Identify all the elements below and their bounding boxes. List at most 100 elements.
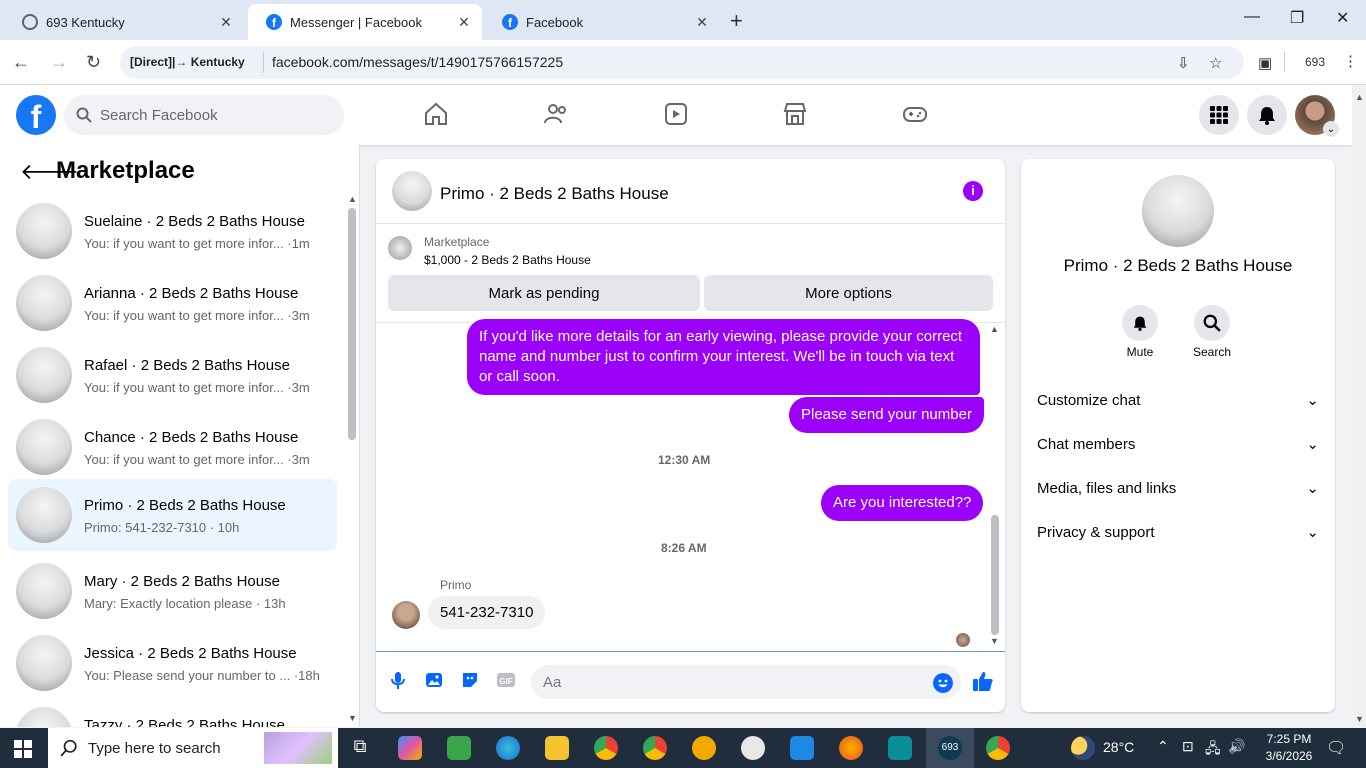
taskbar-search-box[interactable]: Type here to search — [48, 728, 338, 768]
chat-scroll-up-icon[interactable]: ▲ — [990, 324, 999, 334]
home-icon[interactable] — [423, 101, 449, 127]
app-icon[interactable] — [790, 736, 814, 760]
sender-avatar[interactable] — [392, 601, 420, 629]
app-icon[interactable] — [692, 736, 716, 760]
bookmark-star-icon[interactable]: ☆ — [1209, 54, 1222, 72]
conversation-item[interactable]: Arianna · 2 Beds 2 Baths House You: if yo… — [8, 267, 337, 339]
chat-title[interactable]: Primo · 2 Beds 2 Baths House — [440, 184, 669, 204]
app-icon[interactable] — [888, 736, 912, 760]
mute-button[interactable] — [1122, 305, 1158, 341]
conversation-item[interactable]: Mary · 2 Beds 2 Baths House Mary: Exactly… — [8, 555, 337, 627]
info-panel-title[interactable]: Primo · 2 Beds 2 Baths House — [1021, 256, 1335, 276]
conversation-item[interactable]: Suelaine · 2 Beds 2 Baths House You: if y… — [8, 195, 337, 267]
account-avatar[interactable]: ⌄ — [1295, 95, 1339, 137]
conversation-item[interactable]: Tazzy · 2 Beds 2 Baths House — [8, 699, 337, 727]
chat-scrollbar[interactable] — [991, 515, 999, 635]
edge-icon[interactable] — [496, 736, 520, 760]
incoming-message[interactable]: 541-232-7310 — [428, 596, 546, 629]
forward-icon[interactable]: → — [50, 52, 68, 73]
more-options-button[interactable]: More options — [704, 275, 993, 311]
profile-count[interactable]: 693 — [1305, 55, 1325, 69]
media-files-links-section[interactable]: Media, files and links ⌄ — [1037, 466, 1319, 510]
privacy-support-section[interactable]: Privacy & support ⌄ — [1037, 510, 1319, 554]
app-icon[interactable] — [741, 736, 765, 760]
emoji-icon[interactable] — [933, 673, 953, 693]
tab-messenger[interactable]: f Messenger | Facebook ✕ — [248, 4, 482, 40]
windows-start-icon[interactable] — [14, 740, 32, 758]
left-scrollbar[interactable] — [348, 208, 356, 440]
message-input[interactable] — [531, 665, 961, 699]
volume-icon[interactable]: 🔊 — [1228, 738, 1245, 755]
task-view-icon[interactable]: ⧉ — [348, 736, 372, 760]
page-scroll-down-icon[interactable]: ▼ — [1355, 714, 1364, 724]
mark-as-pending-button[interactable]: Mark as pending — [388, 275, 700, 311]
facebook-logo-icon[interactable]: f — [16, 95, 56, 135]
restore-icon[interactable]: ❐ — [1290, 8, 1304, 28]
svg-text:GIF: GIF — [499, 677, 512, 686]
url-text[interactable]: facebook.com/messages/t/1490175766157225 — [272, 54, 563, 70]
conversation-item[interactable]: Jessica · 2 Beds 2 Baths House You: Pleas… — [8, 627, 337, 699]
back-icon[interactable]: ← — [12, 52, 30, 73]
conversation-item-selected[interactable]: Primo · 2 Beds 2 Baths House Primo: 541-2… — [8, 479, 337, 551]
listing-large-avatar[interactable] — [1142, 175, 1214, 247]
close-tab-icon[interactable]: ✕ — [456, 14, 472, 31]
notification-center-icon[interactable]: 🗨 — [1326, 738, 1346, 758]
taskbar-active-app[interactable]: 693 — [926, 728, 974, 768]
page-scroll-up-icon[interactable]: ▲ — [1355, 92, 1364, 102]
tray-expand-icon[interactable]: ⌃ — [1157, 738, 1169, 755]
tab-facebook[interactable]: f Facebook ✕ — [484, 4, 720, 40]
sticker-icon[interactable] — [460, 670, 480, 690]
tray-icon[interactable]: ⊡ — [1182, 738, 1194, 755]
page-scrollbar[interactable]: ▲ ▼ — [1352, 90, 1366, 727]
tab-693-kentucky[interactable]: 693 Kentucky ✕ — [4, 4, 244, 40]
reading-list-icon[interactable]: ▣ — [1258, 54, 1272, 72]
chat-members-section[interactable]: Chat members ⌄ — [1037, 422, 1319, 466]
new-tab-icon[interactable]: + — [730, 8, 743, 34]
photo-icon[interactable] — [424, 670, 444, 690]
gif-icon[interactable]: GIF — [496, 670, 516, 690]
chat-scroll-down-icon[interactable]: ▼ — [990, 636, 999, 646]
friends-icon[interactable] — [543, 101, 569, 127]
browser-menu-icon[interactable]: ⋮ — [1343, 52, 1358, 70]
chrome-icon[interactable] — [594, 736, 618, 760]
outgoing-message[interactable]: If you'd like more details for an early … — [467, 319, 980, 395]
search-conversation-button[interactable] — [1194, 305, 1230, 341]
minimize-icon[interactable]: — — [1244, 8, 1260, 26]
scroll-down-icon[interactable]: ▼ — [348, 713, 357, 723]
notifications-button[interactable] — [1247, 95, 1287, 135]
chat-listing-avatar[interactable] — [392, 171, 432, 211]
listing-price[interactable]: $1,000 - 2 Beds 2 Baths House — [424, 253, 591, 267]
marketplace-icon[interactable] — [782, 101, 808, 127]
copilot-icon[interactable] — [398, 736, 422, 760]
customize-chat-section[interactable]: Customize chat ⌄ — [1037, 378, 1319, 422]
gaming-icon[interactable] — [902, 101, 928, 127]
network-icon[interactable]: 🖧 — [1205, 738, 1221, 762]
site-chip[interactable]: [Direct]|→ Kentucky — [130, 55, 245, 69]
chrome-icon[interactable] — [986, 736, 1010, 760]
info-icon[interactable]: i — [963, 181, 983, 201]
close-tab-icon[interactable]: ✕ — [694, 14, 710, 31]
file-explorer-icon[interactable] — [545, 736, 569, 760]
close-tab-icon[interactable]: ✕ — [218, 14, 234, 31]
facebook-search-input[interactable]: Search Facebook — [64, 95, 344, 135]
firefox-icon[interactable] — [839, 736, 863, 760]
conversation-item[interactable]: Chance · 2 Beds 2 Baths House You: if you… — [8, 411, 337, 483]
install-icon[interactable]: ⇩ — [1177, 54, 1190, 72]
omnibox[interactable]: [Direct]|→ Kentucky facebook.com/message… — [120, 46, 1244, 79]
conversation-item[interactable]: Rafael · 2 Beds 2 Baths House You: if you… — [8, 339, 337, 411]
chrome-profile-icon[interactable] — [643, 736, 667, 760]
app-icon[interactable] — [447, 736, 471, 760]
close-window-icon[interactable]: ✕ — [1336, 8, 1349, 28]
listing-small-thumbnail[interactable] — [388, 236, 412, 260]
thumbs-up-icon[interactable] — [972, 670, 994, 692]
outgoing-message[interactable]: Please send your number — [789, 397, 984, 433]
reload-icon[interactable]: ↻ — [86, 52, 101, 73]
outgoing-message[interactable]: Are you interested?? — [821, 485, 984, 521]
microphone-icon[interactable] — [388, 670, 408, 690]
weather-icon[interactable] — [1071, 736, 1095, 760]
video-icon[interactable] — [663, 101, 689, 127]
clock[interactable]: 7:25 PM 3/6/2026 — [1254, 731, 1324, 765]
menu-grid-icon[interactable] — [1199, 95, 1239, 135]
weather-temp[interactable]: 28°C — [1103, 739, 1134, 755]
scroll-up-icon[interactable]: ▲ — [348, 194, 357, 204]
